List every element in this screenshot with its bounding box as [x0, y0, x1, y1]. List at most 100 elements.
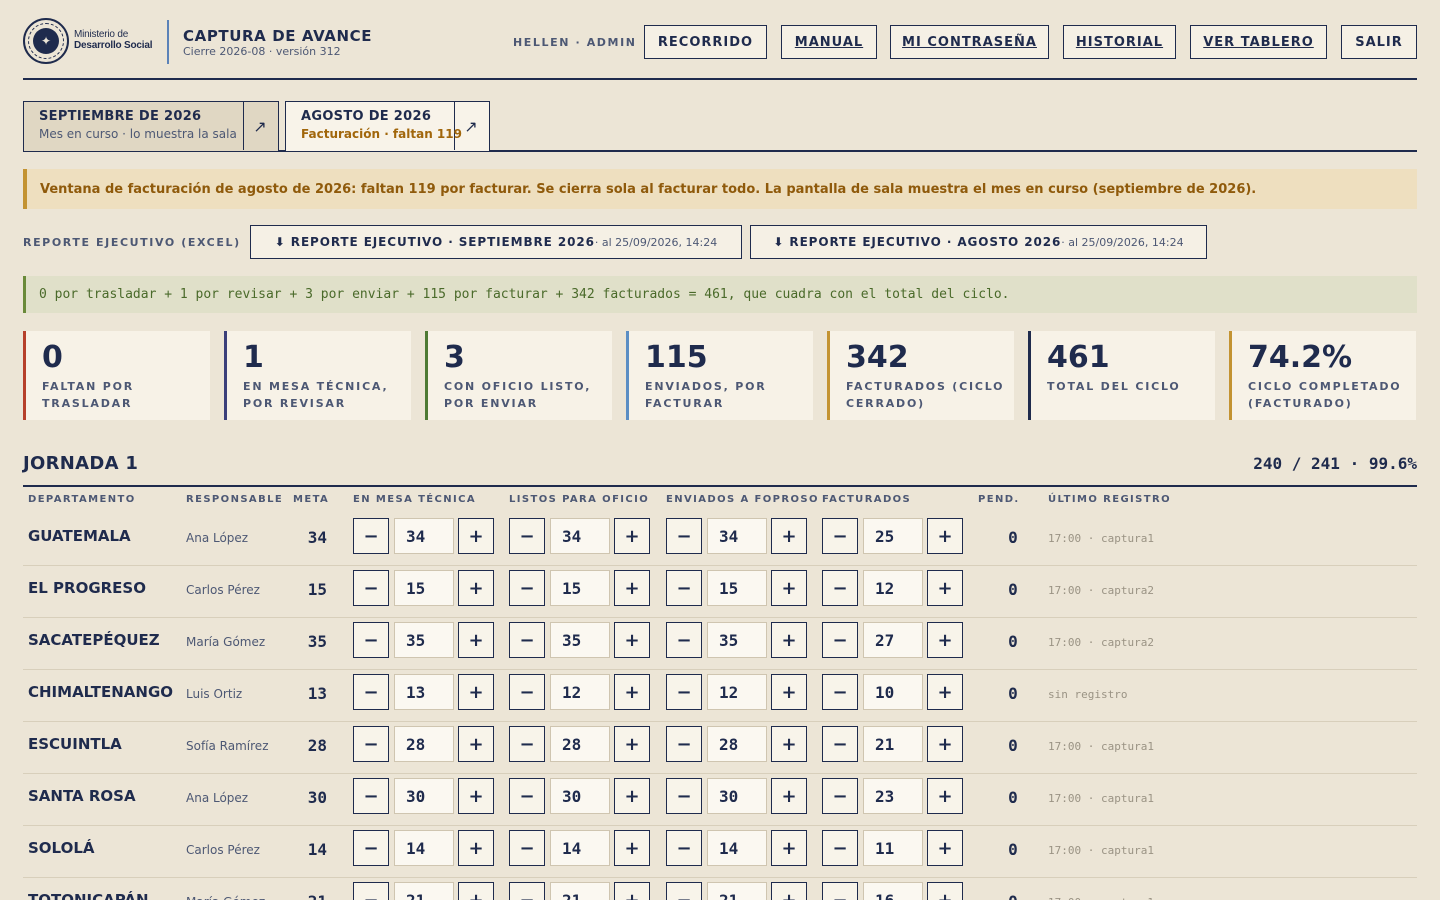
decrement-button[interactable]: − — [509, 882, 545, 900]
increment-button[interactable]: + — [771, 882, 807, 900]
increment-button[interactable]: + — [927, 518, 963, 554]
decrement-button[interactable]: − — [822, 622, 858, 658]
mesa-input[interactable]: 30 — [394, 778, 454, 814]
decrement-button[interactable]: − — [666, 778, 702, 814]
nav-logout-button[interactable]: SALIR — [1341, 25, 1417, 59]
nav-dashboard-button[interactable]: VER TABLERO — [1190, 25, 1327, 59]
decrement-button[interactable]: − — [353, 830, 389, 866]
decrement-button[interactable]: − — [666, 830, 702, 866]
nav-history-button[interactable]: HISTORIAL — [1063, 25, 1176, 59]
facturados-input[interactable]: 12 — [863, 570, 923, 606]
facturados-input[interactable]: 23 — [863, 778, 923, 814]
increment-button[interactable]: + — [458, 778, 494, 814]
enviados-input[interactable]: 15 — [707, 570, 767, 606]
decrement-button[interactable]: − — [353, 726, 389, 762]
facturados-input[interactable]: 11 — [863, 830, 923, 866]
mesa-input[interactable]: 15 — [394, 570, 454, 606]
decrement-button[interactable]: − — [353, 570, 389, 606]
nav-password-button[interactable]: MI CONTRASEÑA — [890, 25, 1049, 59]
increment-button[interactable]: + — [458, 830, 494, 866]
increment-button[interactable]: + — [927, 882, 963, 900]
decrement-button[interactable]: − — [353, 882, 389, 900]
enviados-input[interactable]: 28 — [707, 726, 767, 762]
enviados-input[interactable]: 14 — [707, 830, 767, 866]
decrement-button[interactable]: − — [509, 726, 545, 762]
increment-button[interactable]: + — [458, 622, 494, 658]
increment-button[interactable]: + — [927, 726, 963, 762]
decrement-button[interactable]: − — [353, 674, 389, 710]
oficio-input[interactable]: 34 — [550, 518, 610, 554]
report-august-button[interactable]: ⬇ REPORTE EJECUTIVO · AGOSTO 2026 · al 2… — [750, 225, 1207, 259]
increment-button[interactable]: + — [771, 830, 807, 866]
mesa-input[interactable]: 34 — [394, 518, 454, 554]
decrement-button[interactable]: − — [509, 674, 545, 710]
mesa-input[interactable]: 28 — [394, 726, 454, 762]
facturados-input[interactable]: 25 — [863, 518, 923, 554]
increment-button[interactable]: + — [614, 674, 650, 710]
decrement-button[interactable]: − — [666, 518, 702, 554]
increment-button[interactable]: + — [771, 778, 807, 814]
increment-button[interactable]: + — [771, 570, 807, 606]
report-september-button[interactable]: ⬇ REPORTE EJECUTIVO · SEPTIEMBRE 2026 · … — [250, 225, 742, 259]
increment-button[interactable]: + — [614, 882, 650, 900]
enviados-input[interactable]: 21 — [707, 882, 767, 900]
facturados-input[interactable]: 27 — [863, 622, 923, 658]
increment-button[interactable]: + — [458, 570, 494, 606]
mesa-input[interactable]: 21 — [394, 882, 454, 900]
mesa-input[interactable]: 13 — [394, 674, 454, 710]
nav-recorrido-button[interactable]: RECORRIDO — [644, 25, 767, 59]
increment-button[interactable]: + — [458, 518, 494, 554]
decrement-button[interactable]: − — [353, 778, 389, 814]
oficio-input[interactable]: 15 — [550, 570, 610, 606]
facturados-input[interactable]: 16 — [863, 882, 923, 900]
increment-button[interactable]: + — [771, 726, 807, 762]
decrement-button[interactable]: − — [666, 882, 702, 900]
decrement-button[interactable]: − — [822, 830, 858, 866]
enviados-input[interactable]: 12 — [707, 674, 767, 710]
increment-button[interactable]: + — [614, 726, 650, 762]
decrement-button[interactable]: − — [822, 778, 858, 814]
nav-manual-button[interactable]: MANUAL — [781, 25, 877, 59]
increment-button[interactable]: + — [614, 830, 650, 866]
open-external-icon[interactable]: ↗ — [242, 102, 278, 150]
decrement-button[interactable]: − — [822, 726, 858, 762]
decrement-button[interactable]: − — [666, 726, 702, 762]
decrement-button[interactable]: − — [822, 518, 858, 554]
oficio-input[interactable]: 14 — [550, 830, 610, 866]
increment-button[interactable]: + — [771, 622, 807, 658]
decrement-button[interactable]: − — [666, 674, 702, 710]
decrement-button[interactable]: − — [822, 674, 858, 710]
facturados-input[interactable]: 21 — [863, 726, 923, 762]
decrement-button[interactable]: − — [822, 882, 858, 900]
enviados-input[interactable]: 35 — [707, 622, 767, 658]
decrement-button[interactable]: − — [353, 518, 389, 554]
increment-button[interactable]: + — [614, 778, 650, 814]
decrement-button[interactable]: − — [509, 778, 545, 814]
oficio-input[interactable]: 35 — [550, 622, 610, 658]
increment-button[interactable]: + — [771, 674, 807, 710]
decrement-button[interactable]: − — [822, 570, 858, 606]
decrement-button[interactable]: − — [509, 570, 545, 606]
decrement-button[interactable]: − — [509, 622, 545, 658]
increment-button[interactable]: + — [927, 830, 963, 866]
oficio-input[interactable]: 28 — [550, 726, 610, 762]
increment-button[interactable]: + — [614, 518, 650, 554]
oficio-input[interactable]: 12 — [550, 674, 610, 710]
increment-button[interactable]: + — [927, 622, 963, 658]
tab-september[interactable]: SEPTIEMBRE DE 2026 Mes en curso · lo mue… — [23, 101, 279, 151]
increment-button[interactable]: + — [927, 570, 963, 606]
increment-button[interactable]: + — [927, 778, 963, 814]
increment-button[interactable]: + — [458, 726, 494, 762]
tab-august[interactable]: AGOSTO DE 2026 Facturación · faltan 119 … — [285, 101, 490, 151]
decrement-button[interactable]: − — [509, 830, 545, 866]
increment-button[interactable]: + — [927, 674, 963, 710]
increment-button[interactable]: + — [771, 518, 807, 554]
mesa-input[interactable]: 14 — [394, 830, 454, 866]
facturados-input[interactable]: 10 — [863, 674, 923, 710]
open-external-icon[interactable]: ↗ — [453, 102, 489, 150]
oficio-input[interactable]: 21 — [550, 882, 610, 900]
oficio-input[interactable]: 30 — [550, 778, 610, 814]
decrement-button[interactable]: − — [666, 622, 702, 658]
decrement-button[interactable]: − — [509, 518, 545, 554]
decrement-button[interactable]: − — [666, 570, 702, 606]
